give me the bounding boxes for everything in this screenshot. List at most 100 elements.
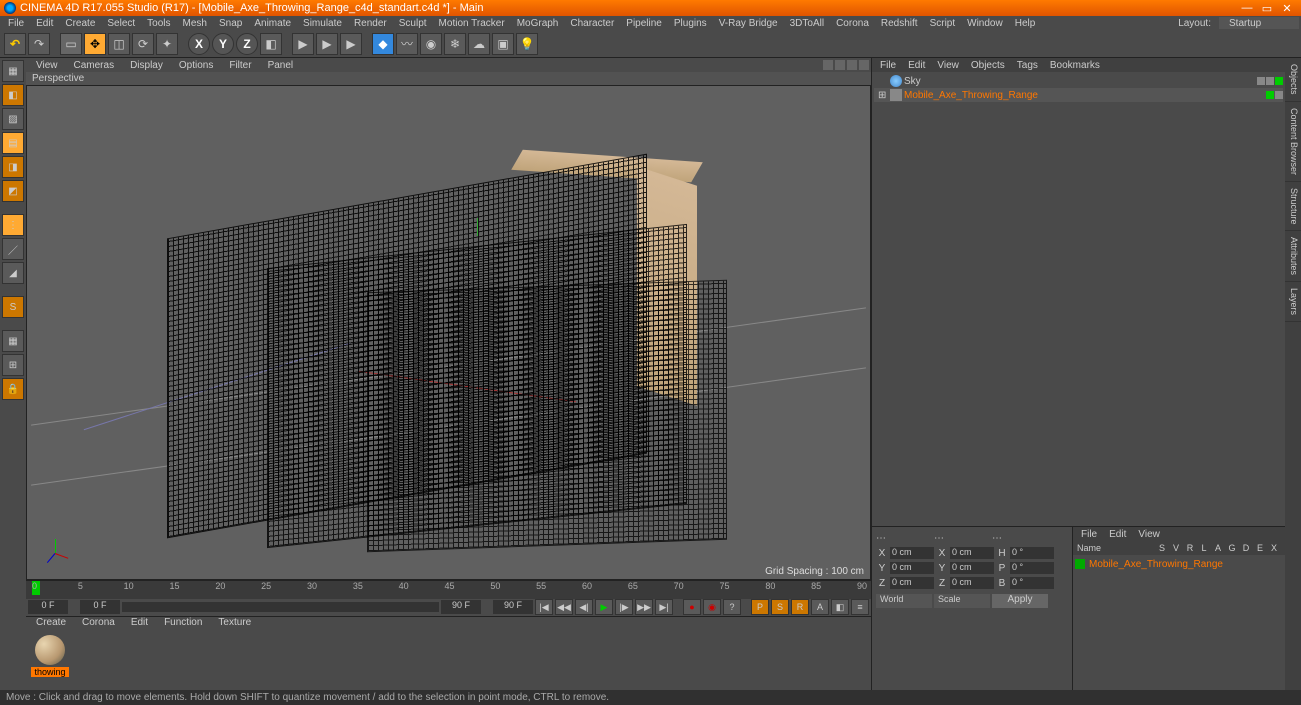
- time-current2-input[interactable]: 90 F: [441, 600, 481, 614]
- object-row-sky[interactable]: Sky: [874, 74, 1283, 88]
- next-frame-button[interactable]: |▶: [615, 599, 633, 615]
- object-row-null[interactable]: ⊞ Mobile_Axe_Throwing_Range: [874, 88, 1283, 102]
- viewport-solo-button[interactable]: ▦: [2, 330, 24, 352]
- polygon-mode-button[interactable]: ◢: [2, 262, 24, 284]
- obj-file[interactable]: File: [874, 60, 902, 71]
- menu-sculpt[interactable]: Sculpt: [393, 18, 433, 29]
- pos-y-input[interactable]: 0 cm: [890, 562, 934, 574]
- rot-h-input[interactable]: 0 °: [1010, 547, 1054, 559]
- edge-mode-button[interactable]: ／: [2, 238, 24, 260]
- vp-icon2[interactable]: [835, 60, 845, 70]
- menu-script[interactable]: Script: [924, 18, 962, 29]
- coord-apply-button[interactable]: Apply: [992, 594, 1048, 608]
- vp-display[interactable]: Display: [122, 60, 171, 71]
- menu-character[interactable]: Character: [564, 18, 620, 29]
- rot-p-input[interactable]: 0 °: [1010, 562, 1054, 574]
- prev-frame-button[interactable]: ◀|: [575, 599, 593, 615]
- rot-b-input[interactable]: 0 °: [1010, 577, 1054, 589]
- undo-button[interactable]: ↶: [4, 33, 26, 55]
- vp-filter[interactable]: Filter: [221, 60, 259, 71]
- menu-vray[interactable]: V-Ray Bridge: [713, 18, 784, 29]
- prev-key-button[interactable]: ◀◀: [555, 599, 573, 615]
- axis-mode-button[interactable]: ◩: [2, 180, 24, 202]
- primitive-button[interactable]: ◆: [372, 33, 394, 55]
- menu-file[interactable]: File: [2, 18, 30, 29]
- attr-col-e[interactable]: E: [1253, 543, 1267, 553]
- menu-redshift[interactable]: Redshift: [875, 18, 924, 29]
- mat-edit[interactable]: Edit: [123, 617, 156, 631]
- mat-function[interactable]: Function: [156, 617, 210, 631]
- keyframe-sel-button[interactable]: ?: [723, 599, 741, 615]
- workplane-button[interactable]: ▤: [2, 132, 24, 154]
- menu-help[interactable]: Help: [1009, 18, 1042, 29]
- menu-select[interactable]: Select: [101, 18, 141, 29]
- scene-object[interactable]: [147, 156, 707, 556]
- z-axis-button[interactable]: Z: [236, 33, 258, 55]
- key-pla-button[interactable]: ◧: [831, 599, 849, 615]
- time-range-slider[interactable]: [122, 602, 439, 612]
- render-region-button[interactable]: ▶: [316, 33, 338, 55]
- coord-system-button[interactable]: ◧: [260, 33, 282, 55]
- key-opts-button[interactable]: ≡: [851, 599, 869, 615]
- timeline[interactable]: 051015202530354045505560657075808590: [26, 580, 871, 598]
- layout-select[interactable]: Startup: [1219, 17, 1299, 29]
- menu-snap[interactable]: Snap: [213, 18, 248, 29]
- obj-view[interactable]: View: [931, 60, 965, 71]
- attr-col-g[interactable]: G: [1225, 543, 1239, 553]
- menu-mograph[interactable]: MoGraph: [511, 18, 565, 29]
- key-pos-button[interactable]: P: [751, 599, 769, 615]
- recent-tool-button[interactable]: ✦: [156, 33, 178, 55]
- attr-edit[interactable]: Edit: [1103, 529, 1132, 540]
- rtab-objects[interactable]: Objects: [1285, 58, 1301, 102]
- make-editable-button[interactable]: ▦: [2, 60, 24, 82]
- goto-start-button[interactable]: |◀: [535, 599, 553, 615]
- menu-create[interactable]: Create: [59, 18, 101, 29]
- menu-3dtoall[interactable]: 3DToAll: [784, 18, 830, 29]
- attr-col-x[interactable]: X: [1267, 543, 1281, 553]
- size-y-input[interactable]: 0 cm: [950, 562, 994, 574]
- vp-icon4[interactable]: [859, 60, 869, 70]
- attr-col-s[interactable]: S: [1155, 543, 1169, 553]
- mat-corona[interactable]: Corona: [74, 617, 123, 631]
- menu-simulate[interactable]: Simulate: [297, 18, 348, 29]
- generator-button[interactable]: ◉: [420, 33, 442, 55]
- vp-icon3[interactable]: [847, 60, 857, 70]
- size-z-input[interactable]: 0 cm: [950, 577, 994, 589]
- object-mode-button[interactable]: ◨: [2, 156, 24, 178]
- rtab-content[interactable]: Content Browser: [1285, 102, 1301, 182]
- menu-animate[interactable]: Animate: [248, 18, 297, 29]
- attr-col-a[interactable]: A: [1211, 543, 1225, 553]
- redo-button[interactable]: ↷: [28, 33, 50, 55]
- obj-tags[interactable]: Tags: [1011, 60, 1044, 71]
- time-start-input[interactable]: 0 F: [28, 600, 68, 614]
- point-mode-button[interactable]: ⋮: [2, 214, 24, 236]
- material-item[interactable]: thowing: [30, 635, 70, 686]
- pos-x-input[interactable]: 0 cm: [890, 547, 934, 559]
- move-button[interactable]: ✥: [84, 33, 106, 55]
- deformer-button[interactable]: ❄: [444, 33, 466, 55]
- menu-motiontracker[interactable]: Motion Tracker: [433, 18, 511, 29]
- spline-button[interactable]: 〰: [396, 33, 418, 55]
- menu-pipeline[interactable]: Pipeline: [620, 18, 668, 29]
- y-axis-button[interactable]: Y: [212, 33, 234, 55]
- attr-col-r[interactable]: R: [1183, 543, 1197, 553]
- object-tree[interactable]: Sky ⊞ Mobile_Axe_Throwing_Range: [872, 72, 1285, 526]
- live-select-button[interactable]: ▭: [60, 33, 82, 55]
- record-button[interactable]: ●: [683, 599, 701, 615]
- attr-view[interactable]: View: [1132, 529, 1166, 540]
- vp-options[interactable]: Options: [171, 60, 221, 71]
- time-end-input[interactable]: 90 F: [493, 600, 533, 614]
- vp-icon1[interactable]: [823, 60, 833, 70]
- camera-button[interactable]: ▣: [492, 33, 514, 55]
- close-button[interactable]: ✕: [1277, 2, 1297, 15]
- time-current-input[interactable]: 0 F: [80, 600, 120, 614]
- render-picture-button[interactable]: ▶: [340, 33, 362, 55]
- menu-tools[interactable]: Tools: [141, 18, 176, 29]
- coord-world-select[interactable]: World: [876, 594, 932, 608]
- locked-workplane-button[interactable]: 🔒: [2, 378, 24, 400]
- attr-col-d[interactable]: D: [1239, 543, 1253, 553]
- menu-edit[interactable]: Edit: [30, 18, 59, 29]
- rtab-layers[interactable]: Layers: [1285, 282, 1301, 322]
- next-key-button[interactable]: ▶▶: [635, 599, 653, 615]
- attr-col-v[interactable]: V: [1169, 543, 1183, 553]
